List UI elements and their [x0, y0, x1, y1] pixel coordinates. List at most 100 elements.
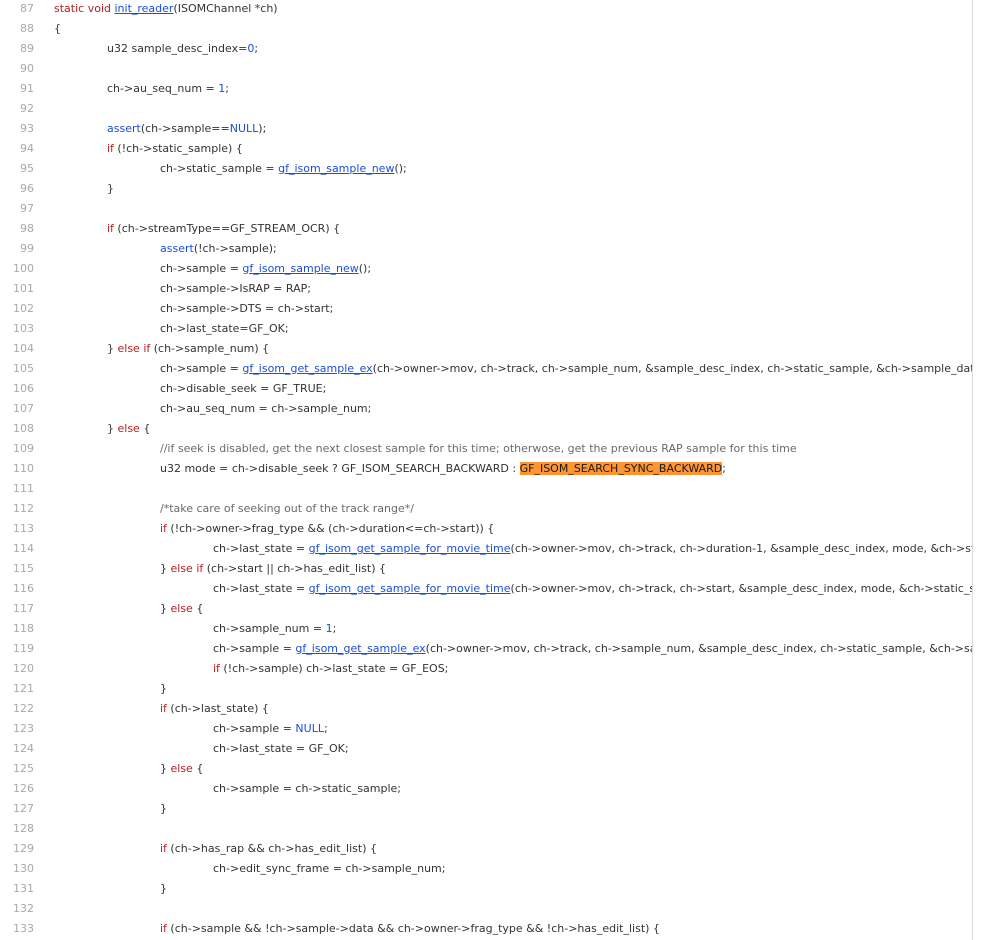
- literal-token: assert: [107, 122, 141, 135]
- code-line: 87 static void init_reader(ISOMChannel *c…: [0, 0, 972, 19]
- code-line: 132: [0, 899, 972, 919]
- code-text: ch->sample = NULL;: [213, 719, 328, 739]
- code-line: 120 if (!ch->sample) ch->last_state = GF_…: [0, 659, 972, 679]
- code-token: ;: [722, 462, 726, 475]
- code-line: 130 ch->edit_sync_frame = ch->sample_num;: [0, 859, 972, 879]
- code-line: 98 if (ch->streamType==GF_STREAM_OCR) {: [0, 219, 972, 239]
- function-link[interactable]: gf_isom_get_sample_for_movie_time: [309, 542, 511, 555]
- line-number: 130: [13, 862, 34, 875]
- code-token: (!ch->static_sample) {: [113, 142, 243, 155]
- code-line: 116 ch->last_state = gf_isom_get_sample_f…: [0, 579, 972, 599]
- code-token: (ch->owner->mov, ch->track, ch->sample_n…: [425, 642, 972, 655]
- code-line: 100 ch->sample = gf_isom_sample_new();: [0, 259, 972, 279]
- code-text: if (ch->streamType==GF_STREAM_OCR) {: [107, 219, 340, 239]
- line-number: 94: [20, 142, 34, 155]
- code-token: }: [107, 422, 118, 435]
- code-line: 113 if (!ch->owner->frag_type && (ch->dur…: [0, 519, 972, 539]
- line-number: 93: [20, 122, 34, 135]
- vertical-scrollbar[interactable]: [972, 0, 973, 940]
- function-link[interactable]: gf_isom_get_sample_for_movie_time: [309, 582, 511, 595]
- line-number: 131: [13, 882, 34, 895]
- code-token: ;: [323, 722, 328, 735]
- line-number: 88: [20, 22, 34, 35]
- code-text: ch->sample = gf_isom_sample_new();: [160, 259, 371, 279]
- code-line: 115} else if (ch->start || ch->has_edit_…: [0, 559, 972, 579]
- code-text: if (!ch->owner->frag_type && (ch->durati…: [160, 519, 494, 539]
- code-text: /*take care of seeking out of the track …: [160, 499, 414, 519]
- line-number: 125: [13, 762, 34, 775]
- code-line: 104 } else if (ch->sample_num) {: [0, 339, 972, 359]
- function-link[interactable]: gf_isom_sample_new: [278, 162, 394, 175]
- code-token: ch->sample =: [213, 642, 296, 655]
- line-number: 111: [13, 482, 34, 495]
- line-number: 108: [13, 422, 34, 435]
- line-number: 107: [13, 402, 34, 415]
- code-line: 124 ch->last_state = GF_OK;: [0, 739, 972, 759]
- code-text: ch->au_seq_num = ch->sample_num;: [160, 399, 371, 419]
- code-text: assert(!ch->sample);: [160, 239, 277, 259]
- code-line: 122 if (ch->last_state) {: [0, 699, 972, 719]
- keyword-token: if: [160, 922, 167, 935]
- code-line: 96}: [0, 179, 972, 199]
- code-token: }: [160, 882, 167, 895]
- code-text: ch->last_state = GF_OK;: [213, 739, 349, 759]
- code-token: ch->last_state =: [213, 582, 309, 595]
- code-line: 117 } else {: [0, 599, 972, 619]
- code-token: ch->last_state=GF_OK;: [160, 322, 289, 335]
- code-token: {: [192, 602, 204, 615]
- code-token: }: [160, 602, 171, 615]
- line-number: 109: [13, 442, 34, 455]
- comment-token: /*take care of seeking out of the track …: [160, 502, 414, 515]
- line-number: 99: [20, 242, 34, 255]
- code-line: 118 ch->sample_num = 1;: [0, 619, 972, 639]
- code-token: ch->sample->IsRAP = RAP;: [160, 282, 311, 295]
- code-line: 126 ch->sample = ch->static_sample;: [0, 779, 972, 799]
- line-number: 103: [13, 322, 34, 335]
- line-number: 122: [13, 702, 34, 715]
- code-token: }: [107, 182, 114, 195]
- keyword-token: else: [117, 422, 140, 435]
- code-text: }: [107, 179, 114, 199]
- line-number: 119: [13, 642, 34, 655]
- code-text: static void init_reader(ISOMChannel *ch): [54, 0, 278, 19]
- line-number: 92: [20, 102, 34, 115]
- code-text: assert(ch->sample==NULL);: [107, 119, 266, 139]
- function-link[interactable]: gf_isom_get_sample_ex: [242, 362, 372, 375]
- line-number: 120: [13, 662, 34, 675]
- line-number: 104: [13, 342, 34, 355]
- line-number: 117: [13, 602, 34, 615]
- code-text: }: [160, 799, 167, 819]
- line-number: 113: [13, 522, 34, 535]
- line-number: 110: [13, 462, 34, 475]
- code-line: 90: [0, 59, 972, 79]
- code-token: );: [258, 122, 267, 135]
- code-text: //if seek is disabled, get the next clos…: [160, 439, 797, 459]
- code-token: ();: [394, 162, 407, 175]
- code-text: ch->last_state = gf_isom_get_sample_for_…: [213, 539, 972, 559]
- code-text: } else {: [160, 599, 203, 619]
- code-line: 91 ch->au_seq_num = 1;: [0, 79, 972, 99]
- code-token: }: [160, 682, 167, 695]
- code-token: }: [160, 802, 167, 815]
- code-text: ch->sample->IsRAP = RAP;: [160, 279, 311, 299]
- code-line: 101 ch->sample->IsRAP = RAP;: [0, 279, 972, 299]
- code-text: ch->last_state=GF_OK;: [160, 319, 289, 339]
- code-text: ch->sample->DTS = ch->start;: [160, 299, 333, 319]
- code-token: u32 mode = ch->disable_seek ? GF_ISOM_SE…: [160, 462, 520, 475]
- code-token: ch->sample =: [160, 362, 243, 375]
- code-text: } else if (ch->sample_num) {: [107, 339, 269, 359]
- literal-token: NULL: [229, 122, 259, 135]
- keyword-token: else if: [117, 342, 151, 355]
- code-token: ch->disable_seek = GF_TRUE;: [160, 382, 327, 395]
- code-line: 106 ch->disable_seek = GF_TRUE;: [0, 379, 972, 399]
- keyword-token: if: [107, 222, 114, 235]
- function-link[interactable]: gf_isom_sample_new: [242, 262, 358, 275]
- line-number: 121: [13, 682, 34, 695]
- function-link[interactable]: gf_isom_get_sample_ex: [295, 642, 425, 655]
- code-text: {: [54, 19, 61, 39]
- function-link[interactable]: init_reader: [114, 2, 173, 15]
- code-token: u32 sample_desc_index=: [107, 42, 248, 55]
- code-text: if (ch->sample && !ch->sample->data && c…: [160, 919, 660, 939]
- line-number: 87: [20, 2, 34, 15]
- code-text: ch->disable_seek = GF_TRUE;: [160, 379, 326, 399]
